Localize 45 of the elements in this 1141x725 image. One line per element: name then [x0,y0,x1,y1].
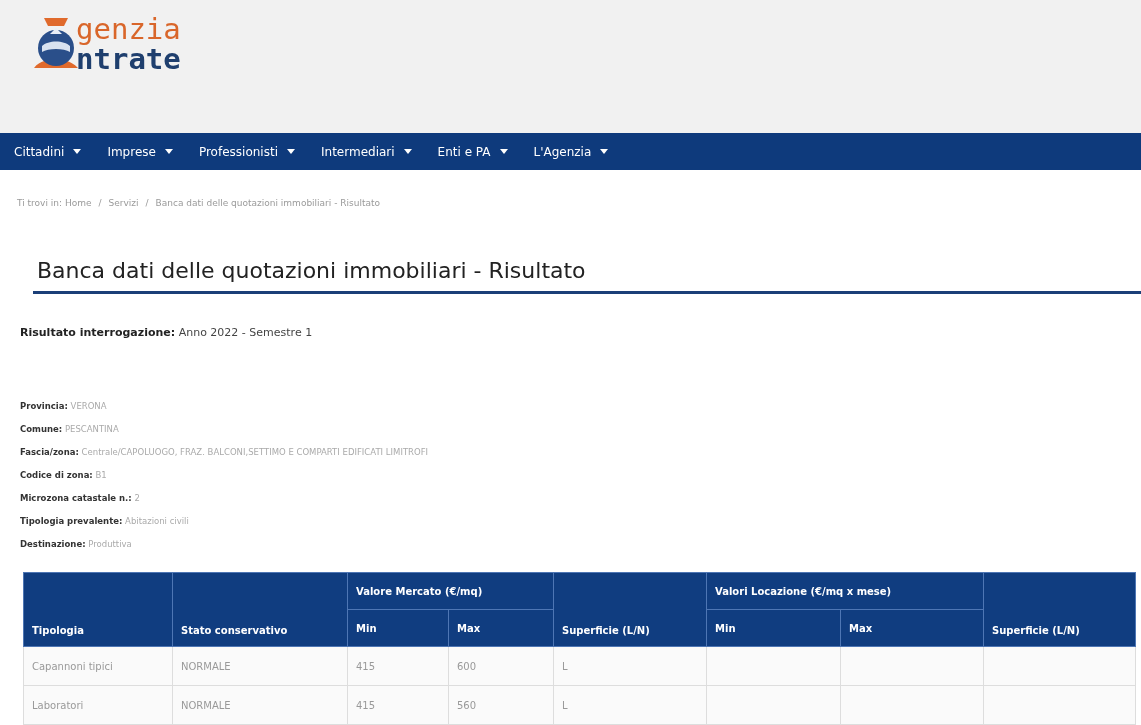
table-cell: L [553,646,707,686]
nav-item[interactable]: Professionisti [198,144,295,159]
detail-line: Destinazione: Produttiva [20,538,133,551]
table-header: Min [347,609,449,647]
nav-item[interactable]: Imprese [107,144,173,159]
detail-line: Tipologia prevalente: Abitazioni civili [20,515,190,528]
nav-item[interactable]: L'Agenzia [533,144,609,159]
table-cell: 600 [448,646,554,686]
detail-line: Codice di zona: B1 [20,469,108,482]
table-cell: 560 [448,685,554,725]
table-header: Min [706,609,841,647]
table-cell: Laboratori [23,685,173,725]
caret-icon [403,149,412,154]
detail-line: Fascia/zona: Centrale/CAPOLUOGO, FRAZ. BALCONI,SETTIMO E COMPARTI EDIFICATI LIMITROFI [20,446,430,459]
nav-item[interactable]: Intermediari [321,144,412,159]
table-cell: NORMALE [172,646,348,686]
caret-icon [499,149,508,154]
logo-text: genzia [76,14,181,44]
table-cell: 415 [347,685,449,725]
table-cell: Capannoni tipici [23,646,173,686]
detail-line: Comune: PESCANTINA [20,423,120,436]
table-header: Superficie (L/N) [983,572,1136,647]
caret-icon [164,149,173,154]
table-cell: NORMALE [172,685,348,725]
table-header: Stato conservativo [172,572,348,647]
caret-icon [73,149,82,154]
table-header: Max [840,609,984,647]
breadcrumb-separator: / [145,198,149,208]
caret-icon [287,149,295,154]
detail-line: Microzona catastale n.: 2 [20,492,141,505]
nav-item[interactable]: Enti e PA [437,144,508,159]
table-header: Valore Mercato (€/mq) [347,572,554,610]
caret-icon [600,149,609,154]
detail-line: Provincia: VERONA [20,400,108,413]
breadcrumb-separator: / [98,198,102,208]
table-header: Superficie (L/N) [553,572,707,647]
result-line: Risultato interrogazione: Anno 2022 - Semestre 1 [20,326,314,339]
logo-text: ntrate [76,44,181,74]
table-header: Max [448,609,554,647]
table-cell: L [553,685,707,725]
nav-item[interactable]: Cittadini [14,144,82,159]
page-title: Banca dati delle quotazioni immobiliari - Risultato [33,258,1141,294]
table-header: Valori Locazione (€/mq x mese) [706,572,984,610]
table-cell: 415 [347,646,449,686]
table-header: Tipologia [23,572,173,647]
